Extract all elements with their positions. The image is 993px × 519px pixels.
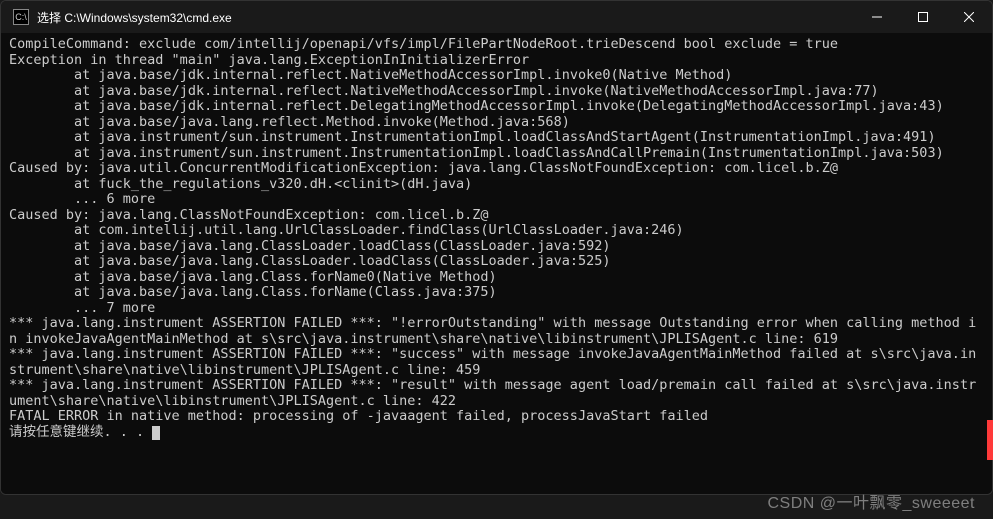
minimize-button[interactable] xyxy=(854,1,900,33)
terminal-output[interactable]: CompileCommand: exclude com/intellij/ope… xyxy=(1,33,992,494)
titlebar[interactable]: C:\ 选择 C:\Windows\system32\cmd.exe xyxy=(1,1,992,33)
terminal-line: at java.instrument/sun.instrument.Instru… xyxy=(9,146,984,162)
cmd-window: C:\ 选择 C:\Windows\system32\cmd.exe Compi… xyxy=(0,0,993,495)
window-controls xyxy=(854,1,992,33)
terminal-line: ... 7 more xyxy=(9,301,984,317)
terminal-line: at java.base/java.lang.ClassLoader.loadC… xyxy=(9,239,984,255)
terminal-line: *** java.lang.instrument ASSERTION FAILE… xyxy=(9,378,984,409)
terminal-line: at java.base/jdk.internal.reflect.Delega… xyxy=(9,99,984,115)
terminal-line: CompileCommand: exclude com/intellij/ope… xyxy=(9,37,984,53)
terminal-prompt-line: 请按任意键继续. . . xyxy=(9,425,984,441)
terminal-line: at fuck_the_regulations_v320.dH.<clinit>… xyxy=(9,177,984,193)
decorative-edge xyxy=(987,420,993,460)
terminal-line: Caused by: java.util.ConcurrentModificat… xyxy=(9,161,984,177)
window-title: 选择 C:\Windows\system32\cmd.exe xyxy=(37,9,232,26)
terminal-line: at com.intellij.util.lang.UrlClassLoader… xyxy=(9,223,984,239)
cmd-icon: C:\ xyxy=(13,9,29,25)
terminal-line: at java.base/java.lang.ClassLoader.loadC… xyxy=(9,254,984,270)
terminal-line: Exception in thread "main" java.lang.Exc… xyxy=(9,53,984,69)
maximize-button[interactable] xyxy=(900,1,946,33)
terminal-line: ... 6 more xyxy=(9,192,984,208)
terminal-line: at java.base/java.lang.reflect.Method.in… xyxy=(9,115,984,131)
terminal-line: *** java.lang.instrument ASSERTION FAILE… xyxy=(9,347,984,378)
terminal-line: at java.instrument/sun.instrument.Instru… xyxy=(9,130,984,146)
cursor xyxy=(152,426,160,440)
terminal-line: Caused by: java.lang.ClassNotFoundExcept… xyxy=(9,208,984,224)
terminal-line: at java.base/java.lang.Class.forName0(Na… xyxy=(9,270,984,286)
terminal-line: at java.base/jdk.internal.reflect.Native… xyxy=(9,68,984,84)
close-button[interactable] xyxy=(946,1,992,33)
terminal-line: FATAL ERROR in native method: processing… xyxy=(9,409,984,425)
titlebar-left: C:\ 选择 C:\Windows\system32\cmd.exe xyxy=(13,9,232,26)
terminal-line: at java.base/java.lang.Class.forName(Cla… xyxy=(9,285,984,301)
terminal-line: at java.base/jdk.internal.reflect.Native… xyxy=(9,84,984,100)
terminal-line: *** java.lang.instrument ASSERTION FAILE… xyxy=(9,316,984,347)
